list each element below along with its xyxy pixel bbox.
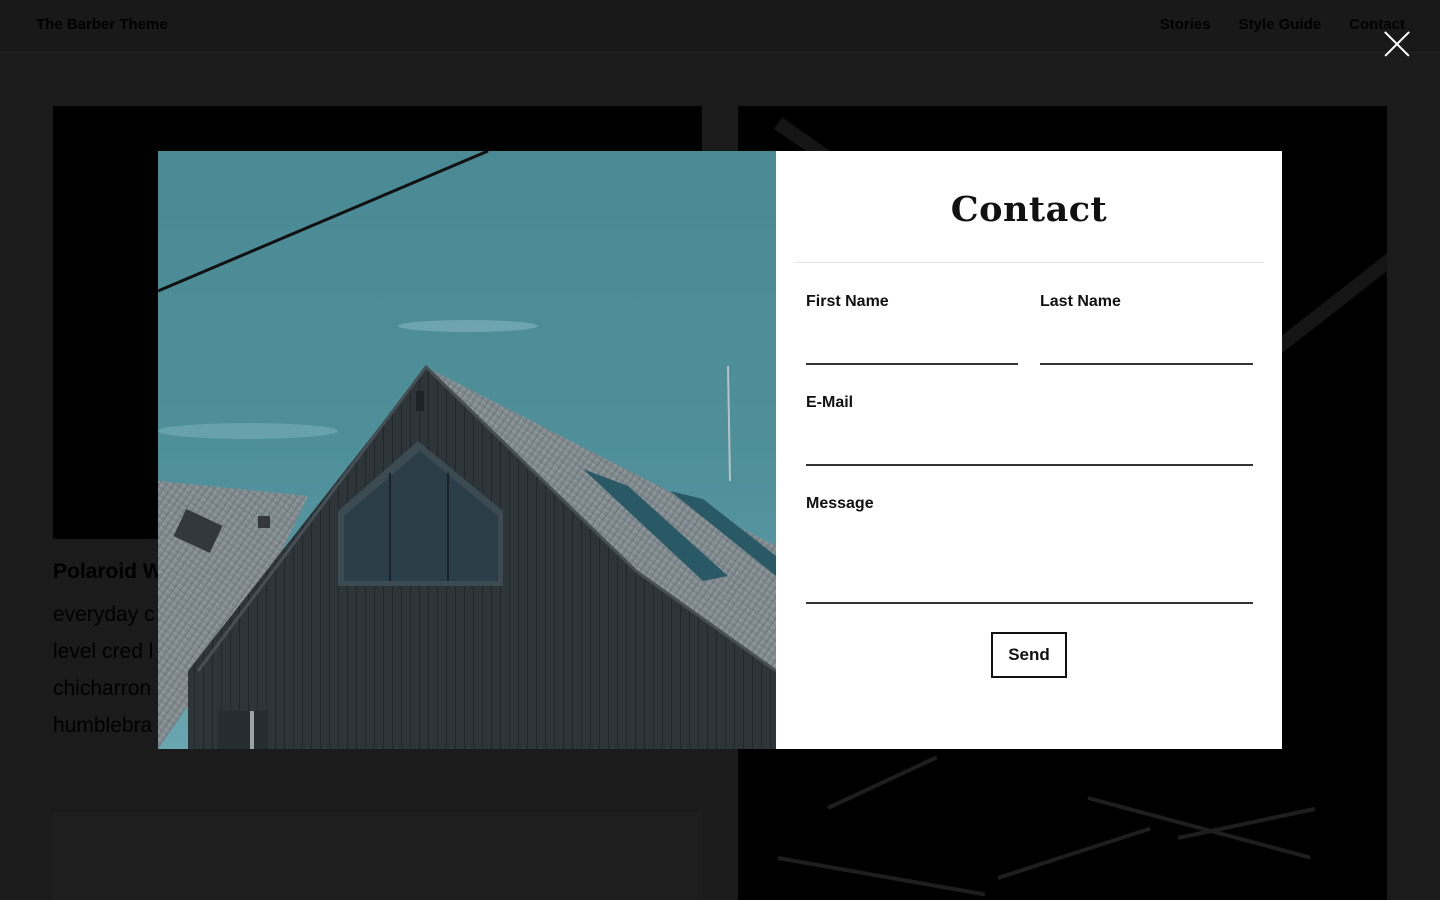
form-divider [794,262,1264,263]
email-field[interactable] [806,440,1253,466]
send-button[interactable]: Send [991,632,1067,678]
first-name-label: First Name [806,293,889,310]
nav-style-guide[interactable]: Style Guide [1239,16,1322,33]
contact-title: Contact [950,189,1108,230]
contact-modal: Contact First Name Last Name E-Mail Mess… [158,151,1282,749]
nav-stories[interactable]: Stories [1160,16,1211,33]
last-name-field[interactable] [1040,339,1253,365]
site-title[interactable]: The Barber Theme [36,16,168,33]
house-roof-photo [158,151,776,749]
close-modal-button[interactable] [1383,30,1411,58]
site-header: The Barber Theme Stories Style Guide Con… [0,0,1440,53]
first-name-field[interactable] [806,339,1018,365]
last-name-label: Last Name [1040,293,1121,310]
main-nav: Stories Style Guide Contact [1160,16,1405,33]
message-label: Message [806,495,874,512]
story-card-image-bottom [53,812,702,900]
email-label: E-Mail [806,394,854,411]
contact-form: Contact First Name Last Name E-Mail Mess… [776,151,1282,749]
message-field[interactable] [806,531,1253,604]
